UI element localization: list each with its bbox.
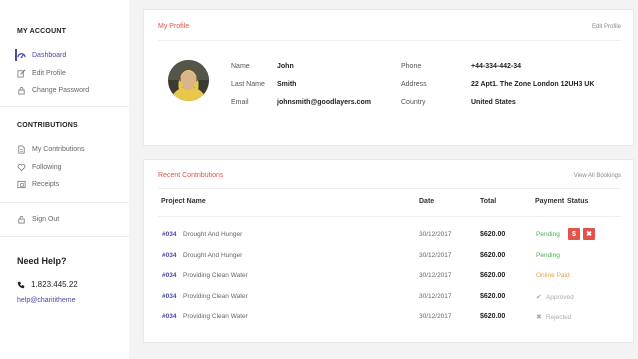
address-value: 22 Apt1. The Zone London 12UH3 UK xyxy=(471,81,595,88)
document-icon xyxy=(17,144,26,154)
phone-label: Phone xyxy=(401,63,422,70)
email-label: Email xyxy=(231,99,249,106)
phone-icon xyxy=(17,281,25,289)
status-badge: Online Paid xyxy=(536,272,570,279)
row-date: 30/12/2017 xyxy=(419,252,452,259)
row-total: $620.00 xyxy=(480,293,506,300)
table-header-divider xyxy=(158,216,621,217)
check-icon: ✔ xyxy=(536,294,542,301)
heart-icon xyxy=(17,163,26,172)
project-name[interactable]: Drought And Hunger xyxy=(183,252,242,259)
table-row: #034 Providing Clean Water 30/12/2017 $6… xyxy=(158,287,621,307)
status-badge: Pending xyxy=(536,231,560,238)
contributions-card: Recent Contributions View All Bookings P… xyxy=(143,159,634,343)
lastname-label: Last Name xyxy=(231,81,265,88)
lock-icon xyxy=(17,215,26,224)
row-date: 30/12/2017 xyxy=(419,293,452,300)
card-divider xyxy=(158,40,621,41)
name-label: Name xyxy=(231,63,250,70)
sidebar-item-label: Sign Out xyxy=(32,215,60,223)
row-date: 30/12/2017 xyxy=(419,313,452,320)
project-id[interactable]: #034 xyxy=(162,272,176,279)
card-divider xyxy=(158,188,621,189)
header-status: Status xyxy=(567,198,589,205)
project-id[interactable]: #034 xyxy=(162,252,176,259)
project-id[interactable]: #034 xyxy=(162,313,176,320)
row-total: $620.00 xyxy=(480,252,506,259)
help-title: Need Help? xyxy=(17,256,67,266)
table-row: #034 Drought And Hunger 30/12/2017 $620.… xyxy=(158,246,621,266)
country-label: Country xyxy=(401,99,426,106)
lastname-value: Smith xyxy=(277,81,297,88)
account-heading: MY ACCOUNT xyxy=(17,28,67,35)
receipt-icon xyxy=(17,180,26,189)
sidebar-divider xyxy=(0,202,129,203)
sidebar-item-sign-out[interactable]: Sign Out xyxy=(17,212,127,226)
status-badge: ✖ Rejected xyxy=(536,313,572,322)
edit-icon xyxy=(17,69,26,78)
contributions-title: Recent Contributions xyxy=(158,172,224,179)
profile-card: My Profile Edit Profile Name John Last N… xyxy=(143,9,634,146)
sidebar-item-receipts[interactable]: Receipts xyxy=(17,177,127,191)
sidebar-item-dashboard[interactable]: Dashboard xyxy=(15,48,127,62)
help-phone-number: 1.823.445.22 xyxy=(31,280,78,289)
phone-value: +44-334-442-34 xyxy=(471,63,522,70)
row-date: 30/12/2017 xyxy=(419,231,452,238)
cancel-button[interactable]: ✖ xyxy=(583,228,595,240)
table-row: #034 Drought And Hunger 30/12/2017 $620.… xyxy=(158,225,621,245)
sidebar-item-label: My Contributions xyxy=(32,145,85,153)
sidebar-divider xyxy=(0,236,129,237)
project-name[interactable]: Providing Clean Water xyxy=(183,313,248,320)
project-name[interactable]: Providing Clean Water xyxy=(183,272,248,279)
address-label: Address xyxy=(401,81,427,88)
sidebar-item-label: Dashboard xyxy=(32,51,67,59)
project-id[interactable]: #034 xyxy=(162,231,176,238)
row-total: $620.00 xyxy=(480,313,506,320)
header-payment: Payment xyxy=(535,198,565,205)
header-project: Project Name xyxy=(161,198,206,205)
status-text: Approved xyxy=(545,293,574,301)
header-total: Total xyxy=(480,198,497,205)
avatar xyxy=(168,60,209,101)
help-phone: 1.823.445.22 xyxy=(17,280,78,289)
sidebar-item-edit-profile[interactable]: Edit Profile xyxy=(17,66,127,80)
project-name[interactable]: Drought And Hunger xyxy=(183,231,242,238)
sidebar-divider xyxy=(0,106,129,107)
edit-profile-link[interactable]: Edit Profile xyxy=(592,24,621,30)
close-icon: ✖ xyxy=(536,314,542,321)
profile-title: My Profile xyxy=(158,23,190,30)
name-value: John xyxy=(277,63,294,70)
sidebar: MY ACCOUNT Dashboard Edit Profile Change… xyxy=(0,0,129,359)
project-name[interactable]: Providing Clean Water xyxy=(183,293,248,300)
sidebar-item-following[interactable]: Following xyxy=(17,160,127,174)
sidebar-item-change-password[interactable]: Change Password xyxy=(17,83,127,97)
table-row: #034 Providing Clean Water 30/12/2017 $6… xyxy=(158,307,621,327)
sidebar-item-label: Following xyxy=(32,163,62,171)
contributions-heading: CONTRIBUTIONS xyxy=(17,122,78,129)
sidebar-item-label: Receipts xyxy=(32,180,60,188)
status-badge: Pending xyxy=(536,252,560,259)
row-total: $620.00 xyxy=(480,272,506,279)
view-all-bookings-link[interactable]: View All Bookings xyxy=(574,173,621,179)
row-date: 30/12/2017 xyxy=(419,272,452,279)
sidebar-item-my-contributions[interactable]: My Contributions xyxy=(17,142,127,156)
status-badge: ✔ Approved xyxy=(536,293,574,302)
header-date: Date xyxy=(419,198,435,205)
country-value: United States xyxy=(471,99,516,106)
sidebar-item-label: Change Password xyxy=(32,86,90,94)
email-value: johnsmith@goodlayers.com xyxy=(277,99,371,106)
status-text: Rejected xyxy=(545,313,572,321)
help-email-link[interactable]: help@charititheme xyxy=(17,297,75,304)
project-id[interactable]: #034 xyxy=(162,293,176,300)
pay-button[interactable]: $ xyxy=(568,228,580,240)
lock-icon xyxy=(17,86,26,95)
table-row: #034 Providing Clean Water 30/12/2017 $6… xyxy=(158,266,621,286)
sidebar-item-label: Edit Profile xyxy=(32,69,66,77)
dashboard-icon xyxy=(17,51,26,60)
row-total: $620.00 xyxy=(480,231,506,238)
